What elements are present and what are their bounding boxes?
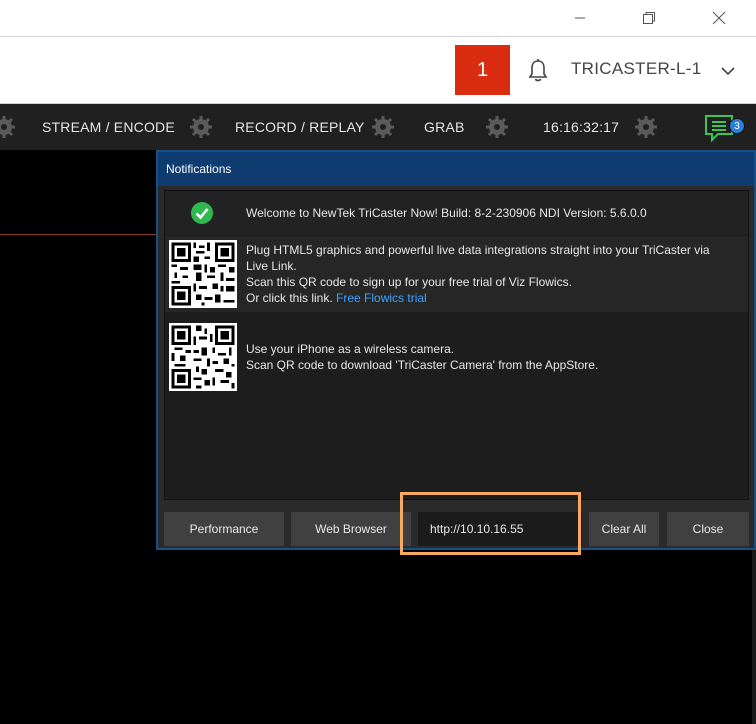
free-flowics-trial-link[interactable]: Free Flowics trial <box>336 291 427 305</box>
timecode: 16:16:32:17 <box>543 119 620 135</box>
performance-button[interactable]: Performance <box>164 512 284 546</box>
notification-text: Welcome to NewTek TriCaster Now! Build: … <box>246 206 647 220</box>
record-replay-button[interactable]: RECORD / REPLAY <box>235 119 365 135</box>
close-window-button[interactable] <box>704 6 734 30</box>
check-circle-icon <box>191 202 213 224</box>
notification-count-badge: 3 <box>729 118 745 134</box>
qr-code-icon[interactable] <box>169 323 237 391</box>
app-toolbar: STREAM / ENCODE RECORD / REPLAY GRAB 16:… <box>0 104 756 150</box>
chevron-down-icon[interactable] <box>718 61 738 81</box>
gear-icon[interactable] <box>0 115 16 139</box>
clear-all-button[interactable]: Clear All <box>589 512 659 546</box>
restore-icon <box>643 12 655 24</box>
notifications-panel: Notifications Welcome to NewTek TriCaste… <box>156 150 756 550</box>
gear-icon[interactable] <box>371 115 395 139</box>
bell-icon[interactable] <box>526 58 550 84</box>
gear-icon[interactable] <box>485 115 509 139</box>
qr-code-icon[interactable] <box>169 240 237 308</box>
notification-list: Welcome to NewTek TriCaster Now! Build: … <box>164 190 749 500</box>
stream-encode-button[interactable]: STREAM / ENCODE <box>42 119 175 135</box>
divider-line <box>0 234 160 235</box>
gear-icon[interactable] <box>189 115 213 139</box>
header-bar: 1 TRICASTER-L-1 <box>0 36 756 104</box>
web-browser-button[interactable]: Web Browser <box>291 512 411 546</box>
list-item: Use your iPhone as a wireless camera. Sc… <box>165 319 748 393</box>
device-name[interactable]: TRICASTER-L-1 <box>571 59 701 79</box>
grab-button[interactable]: GRAB <box>424 119 464 135</box>
close-button[interactable]: Close <box>667 512 749 546</box>
list-item: Plug HTML5 graphics and powerful live da… <box>165 236 748 312</box>
minimize-button[interactable] <box>565 6 595 30</box>
step-badge: 1 <box>455 45 510 95</box>
minimize-icon <box>575 17 585 19</box>
highlight-box <box>400 492 581 555</box>
notification-text: Use your iPhone as a wireless camera. Sc… <box>246 342 599 372</box>
window-title-bar <box>0 0 756 36</box>
notification-text: Plug HTML5 graphics and powerful live da… <box>246 243 710 305</box>
restore-button[interactable] <box>634 6 664 30</box>
list-item: Welcome to NewTek TriCaster Now! Build: … <box>165 191 748 235</box>
gear-icon[interactable] <box>634 115 658 139</box>
close-icon <box>712 11 726 25</box>
panel-title: Notifications <box>158 152 754 186</box>
